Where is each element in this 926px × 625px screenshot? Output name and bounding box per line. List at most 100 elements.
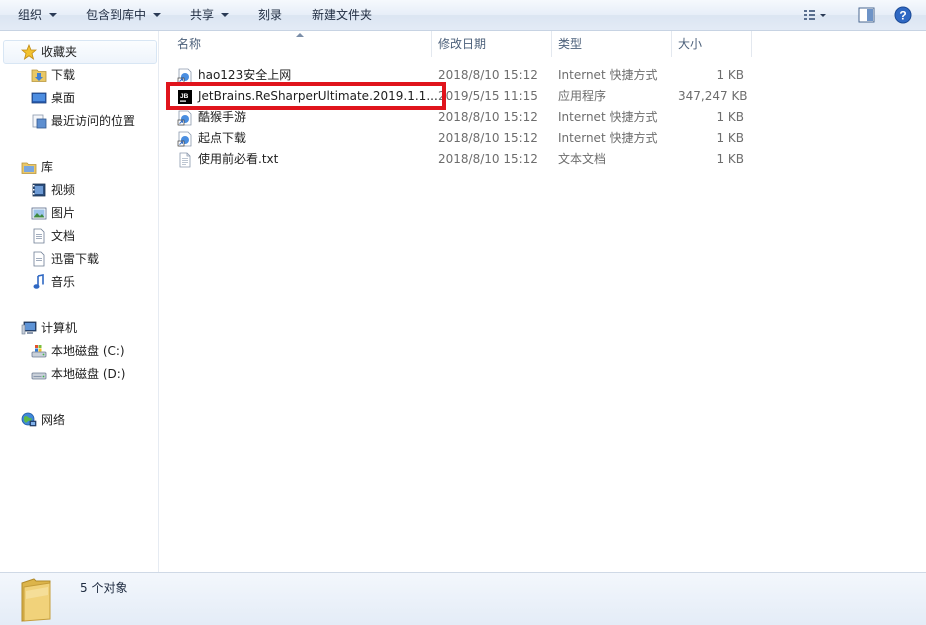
command-bar: 组织 包含到库中 共享 刻录 新建文件夹 ? <box>0 0 926 31</box>
svg-text:?: ? <box>899 9 906 23</box>
file-type: 应用程序 <box>558 89 607 103</box>
file-size: 1 KB <box>716 110 744 124</box>
star-icon <box>21 44 37 60</box>
burn-button[interactable]: 刻录 <box>258 0 282 31</box>
nav-item-recent-places-label: 最近访问的位置 <box>51 114 136 128</box>
file-size: 1 KB <box>716 68 744 82</box>
details-pane: 5 个对象 <box>0 572 926 625</box>
change-view-button[interactable] <box>800 0 826 31</box>
nav-item-pictures[interactable]: 图片 <box>0 202 157 224</box>
item-count: 5 个对象 <box>80 581 128 595</box>
help-button[interactable]: ? <box>892 0 916 31</box>
nav-item-pictures-label: 图片 <box>51 206 76 220</box>
file-name: 起点下载 <box>198 131 247 145</box>
column-header-size-label: 大小 <box>678 37 703 51</box>
file-name: 酷猴手游 <box>198 110 247 124</box>
file-type: Internet 快捷方式 <box>558 131 658 145</box>
file-date: 2018/8/10 15:12 <box>438 68 538 82</box>
music-icon <box>33 274 44 289</box>
column-header-date[interactable]: 修改日期 <box>432 31 552 57</box>
file-size: 1 KB <box>716 131 744 145</box>
folder-icon <box>21 578 51 622</box>
nav-favorites[interactable]: 收藏夹 <box>0 41 157 63</box>
nav-computer-label: 计算机 <box>41 321 78 335</box>
drive-icon <box>31 372 47 380</box>
chevron-down-icon <box>49 12 58 17</box>
table-row[interactable]: 起点下载 2018/8/10 15:12 Internet 快捷方式 1 KB <box>173 128 753 149</box>
nav-item-documents[interactable]: 文档 <box>0 225 157 247</box>
new-folder-label: 新建文件夹 <box>312 8 373 22</box>
preview-pane-icon <box>858 7 875 23</box>
nav-item-desktop[interactable]: 桌面 <box>0 87 157 109</box>
nav-network[interactable]: 网络 <box>0 409 157 431</box>
network-icon <box>21 412 37 427</box>
file-size: 347,247 KB <box>678 89 748 103</box>
help-icon: ? <box>894 6 912 24</box>
file-date: 2018/8/10 15:12 <box>438 110 538 124</box>
computer-icon <box>21 321 37 335</box>
nav-item-desktop-label: 桌面 <box>51 91 76 105</box>
chevron-down-icon <box>153 12 162 17</box>
file-date: 2019/5/15 11:15 <box>438 89 538 103</box>
new-folder-button[interactable]: 新建文件夹 <box>312 0 372 31</box>
nav-computer[interactable]: 计算机 <box>0 317 157 339</box>
table-row[interactable]: 酷猴手游 2018/8/10 15:12 Internet 快捷方式 1 KB <box>173 107 753 128</box>
view-options-icon <box>804 10 826 20</box>
nav-item-drive-c[interactable]: 本地磁盘 (C:) <box>0 340 157 362</box>
include-in-library-menu[interactable]: 包含到库中 <box>86 0 162 31</box>
file-type: Internet 快捷方式 <box>558 110 658 124</box>
nav-item-thunder-downloads-label: 迅雷下载 <box>51 252 100 266</box>
internet-shortcut-icon <box>177 131 192 147</box>
annotation-highlight-box <box>166 82 446 110</box>
organize-label: 组织 <box>18 8 43 22</box>
nav-item-drive-d-label: 本地磁盘 (D:) <box>51 367 126 381</box>
file-date: 2018/8/10 15:12 <box>438 131 538 145</box>
file-type: Internet 快捷方式 <box>558 68 658 82</box>
file-size: 1 KB <box>716 152 744 166</box>
chevron-down-icon <box>221 12 230 17</box>
library-icon <box>21 162 37 174</box>
file-type: 文本文档 <box>558 152 607 166</box>
include-in-library-label: 包含到库中 <box>86 8 147 22</box>
nav-item-videos-label: 视频 <box>51 183 76 197</box>
internet-shortcut-icon <box>177 110 192 126</box>
nav-favorites-label: 收藏夹 <box>41 45 78 59</box>
nav-libraries-label: 库 <box>41 160 54 174</box>
navigation-pane: 收藏夹 下载 桌面 最近访问的位置 库 视频 图片 文档 迅雷下载 音乐 计算机… <box>0 31 159 572</box>
table-row[interactable]: 使用前必看.txt 2018/8/10 15:12 文本文档 1 KB <box>173 149 753 170</box>
nav-item-documents-label: 文档 <box>51 229 76 243</box>
share-label: 共享 <box>190 8 215 22</box>
desktop-icon <box>31 92 47 104</box>
column-header-type-label: 类型 <box>558 37 583 51</box>
nav-item-videos[interactable]: 视频 <box>0 179 157 201</box>
nav-item-music-label: 音乐 <box>51 275 76 289</box>
sort-ascending-icon <box>296 33 304 37</box>
nav-item-recent-places[interactable]: 最近访问的位置 <box>0 110 157 132</box>
burn-label: 刻录 <box>258 8 283 22</box>
pictures-icon <box>31 207 47 220</box>
column-header-type[interactable]: 类型 <box>552 31 672 57</box>
nav-item-thunder-downloads[interactable]: 迅雷下载 <box>0 248 157 270</box>
preview-pane-button[interactable] <box>856 0 880 31</box>
video-icon <box>32 183 46 197</box>
nav-libraries[interactable]: 库 <box>0 156 157 178</box>
nav-network-label: 网络 <box>41 413 66 427</box>
nav-item-drive-d[interactable]: 本地磁盘 (D:) <box>0 363 157 385</box>
file-date: 2018/8/10 15:12 <box>438 152 538 166</box>
downloads-folder-icon <box>31 69 47 82</box>
nav-item-downloads-label: 下载 <box>51 68 76 82</box>
recent-places-icon <box>32 114 47 129</box>
column-header-size[interactable]: 大小 <box>672 31 752 57</box>
share-menu[interactable]: 共享 <box>190 0 230 31</box>
nav-item-music[interactable]: 音乐 <box>0 271 157 293</box>
nav-item-downloads[interactable]: 下载 <box>0 64 157 86</box>
column-header-date-label: 修改日期 <box>438 37 487 51</box>
thunder-downloads-icon <box>33 251 45 267</box>
system-drive-icon <box>31 345 47 358</box>
column-header-name-label: 名称 <box>177 37 202 51</box>
organize-menu[interactable]: 组织 <box>18 0 58 31</box>
text-file-icon <box>179 152 191 168</box>
file-name: 使用前必看.txt <box>198 152 279 166</box>
nav-item-drive-c-label: 本地磁盘 (C:) <box>51 344 125 358</box>
documents-icon <box>33 228 45 244</box>
